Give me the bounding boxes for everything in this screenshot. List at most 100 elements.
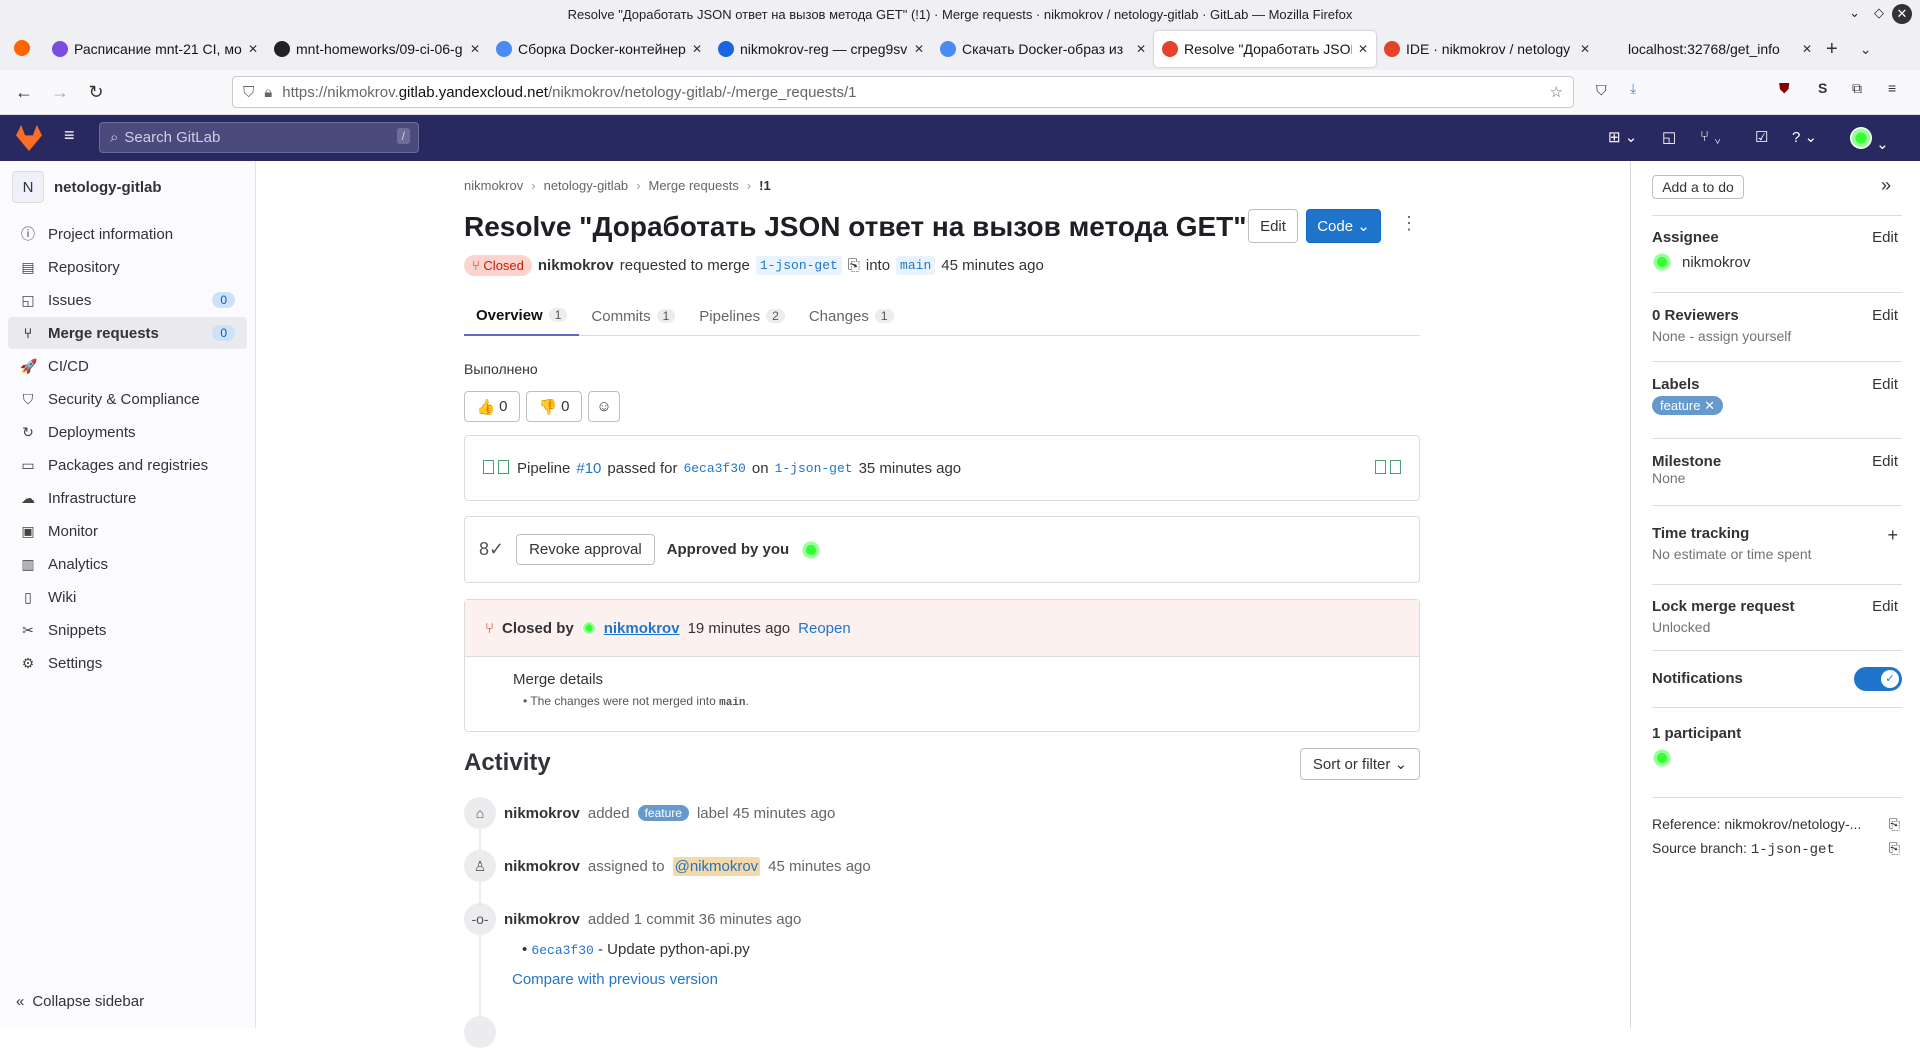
firefox-view-icon[interactable]	[0, 39, 44, 59]
mention-link[interactable]: @nikmokrov	[672, 856, 761, 876]
assignee-name[interactable]: nikmokrov	[1682, 254, 1750, 271]
pocket-icon[interactable]: ⛉	[1596, 82, 1607, 99]
close-tab-icon[interactable]: ✕	[692, 42, 702, 56]
browser-tab[interactable]: IDE · nikmokrov / netology ✕	[1376, 31, 1598, 67]
project-header[interactable]: Nnetology-gitlab	[12, 171, 162, 203]
target-branch[interactable]: main	[896, 256, 936, 275]
close-tab-icon[interactable]: ✕	[1802, 42, 1812, 56]
pipeline-passed-icon[interactable]: ✓⃝	[481, 457, 511, 480]
downloads-icon[interactable]: ⤓	[1630, 80, 1636, 97]
sidebar-item-project-information[interactable]: ⓘ Project information	[8, 218, 247, 250]
collapse-right-sidebar-icon[interactable]: »	[1881, 175, 1891, 196]
close-tab-icon[interactable]: ✕	[1358, 42, 1368, 56]
sidebar-item-wiki[interactable]: ▯ Wiki	[8, 581, 247, 613]
ublock-icon[interactable]: ⛊	[1779, 80, 1790, 97]
add-todo-button[interactable]: Add a to do	[1652, 175, 1744, 199]
pipeline-branch-link[interactable]: 1-json-get	[775, 461, 853, 476]
add-time-icon[interactable]: +	[1887, 525, 1898, 546]
milestone-edit[interactable]: Edit	[1872, 453, 1898, 470]
close-tab-icon[interactable]: ✕	[1580, 42, 1590, 56]
issues-icon[interactable]: ◱	[1662, 128, 1676, 146]
extensions-icon[interactable]: ⧉	[1852, 80, 1862, 97]
menu-icon[interactable]: ≡	[1888, 80, 1896, 96]
pipeline-link[interactable]: #10	[576, 460, 601, 477]
breadcrumb-mr[interactable]: !1	[759, 178, 771, 193]
remove-label-icon[interactable]: ✕	[1704, 398, 1715, 413]
label-pill[interactable]: feature ✕	[1652, 396, 1724, 415]
bookmark-star-icon[interactable]: ☆	[1550, 83, 1563, 101]
sidebar-item-merge-requests[interactable]: ⑂ Merge requests 0	[8, 317, 247, 349]
browser-tab[interactable]: Resolve "Доработать JSON ✕	[1154, 31, 1376, 67]
notifications-toggle[interactable]: ✓	[1854, 667, 1902, 691]
reviewers-edit[interactable]: Edit	[1872, 307, 1898, 324]
close-window-button[interactable]: ✕	[1892, 4, 1912, 24]
minimize-button[interactable]: ⌄	[1849, 5, 1860, 21]
sidebar-item-packages-and-registries[interactable]: ▭ Packages and registries	[8, 449, 247, 481]
sidebar-item-ci-cd[interactable]: 🚀 CI/CD	[8, 350, 247, 382]
reload-icon[interactable]: ↻	[78, 82, 114, 103]
assignee-edit[interactable]: Edit	[1872, 229, 1898, 246]
browser-tab[interactable]: mnt-homeworks/09-ci-06-g ✕	[266, 31, 488, 67]
close-tab-icon[interactable]: ✕	[914, 42, 924, 56]
sidebar-item-analytics[interactable]: ▥ Analytics	[8, 548, 247, 580]
edit-button[interactable]: Edit	[1248, 209, 1298, 243]
author-link[interactable]: nikmokrov	[538, 257, 614, 274]
sidebar-item-deployments[interactable]: ↻ Deployments	[8, 416, 247, 448]
pipeline-status-icon[interactable]: ✓⃝	[1373, 457, 1403, 480]
maximize-button[interactable]: ◇	[1874, 5, 1884, 21]
thumbs-up-button[interactable]: 👍 0	[464, 391, 520, 422]
url-bar[interactable]: ⛉ 🔒︎ https://nikmokrov.gitlab.yandexcloud…	[232, 76, 1574, 108]
sidebar-item-monitor[interactable]: ▣ Monitor	[8, 515, 247, 547]
new-tab-button[interactable]: +	[1826, 38, 1838, 61]
browser-tab[interactable]: localhost:32768/get_info ✕	[1598, 31, 1820, 67]
add-reaction-button[interactable]: ☺	[588, 391, 620, 422]
tab-pipelines[interactable]: Pipelines 2	[687, 296, 797, 336]
closer-link[interactable]: nikmokrov	[604, 620, 680, 637]
close-tab-icon[interactable]: ✕	[470, 42, 480, 56]
list-tabs-icon[interactable]: ⌄	[1860, 41, 1872, 58]
source-branch[interactable]: 1-json-get	[755, 256, 842, 275]
help-icon[interactable]: ? ⌄	[1792, 128, 1817, 146]
assign-yourself-link[interactable]: None - assign yourself	[1652, 328, 1902, 344]
browser-tab[interactable]: Сборка Docker-контейнер ✕	[488, 31, 710, 67]
gitlab-logo-icon[interactable]	[16, 125, 42, 151]
commit-sha-link[interactable]: 6eca3f30	[683, 461, 745, 476]
breadcrumb-user[interactable]: nikmokrov	[464, 178, 523, 193]
code-dropdown-button[interactable]: Code ⌄	[1306, 209, 1381, 243]
labels-edit[interactable]: Edit	[1872, 376, 1898, 393]
activity-user[interactable]: nikmokrov	[504, 911, 580, 928]
sidebar-item-settings[interactable]: ⚙ Settings	[8, 647, 247, 679]
sidebar-item-security-compliance[interactable]: ⛉ Security & Compliance	[8, 383, 247, 415]
more-actions-icon[interactable]: ⋮	[1400, 213, 1418, 234]
thumbs-down-button[interactable]: 👎 0	[526, 391, 582, 422]
extension-s-icon[interactable]: S	[1818, 80, 1827, 96]
hamburger-menu-icon[interactable]: ≡	[64, 125, 75, 146]
revoke-approval-button[interactable]: Revoke approval	[516, 534, 655, 565]
compare-link[interactable]: Compare with previous version	[512, 971, 718, 988]
todos-icon[interactable]: ☑	[1755, 128, 1768, 146]
close-tab-icon[interactable]: ✕	[1136, 42, 1146, 56]
lock-edit[interactable]: Edit	[1872, 598, 1898, 615]
new-dropdown-icon[interactable]: ⊞ ⌄	[1608, 128, 1637, 146]
copy-source-branch-icon[interactable]: ⎘	[1889, 840, 1900, 857]
sidebar-item-infrastructure[interactable]: ☁ Infrastructure	[8, 482, 247, 514]
reopen-button[interactable]: Reopen	[798, 620, 851, 637]
collapse-sidebar-button[interactable]: « Collapse sidebar	[16, 993, 144, 1010]
sidebar-item-issues[interactable]: ◱ Issues 0	[8, 284, 247, 316]
close-tab-icon[interactable]: ✕	[248, 42, 258, 56]
merge-requests-icon[interactable]: ⑂ ⌄	[1700, 128, 1722, 145]
back-icon[interactable]: ←	[6, 82, 42, 103]
commit-link[interactable]: 6eca3f30	[531, 943, 593, 958]
activity-user[interactable]: nikmokrov	[504, 805, 580, 822]
activity-user[interactable]: nikmokrov	[504, 858, 580, 875]
search-input[interactable]: ⌕ Search GitLab /	[99, 122, 419, 153]
browser-tab[interactable]: nikmokrov-reg — crpeg9sv ✕	[710, 31, 932, 67]
forward-icon[interactable]: →	[42, 82, 78, 103]
browser-tab[interactable]: Скачать Docker-образ из ✕	[932, 31, 1154, 67]
copy-reference-icon[interactable]: ⎘	[1889, 816, 1900, 833]
tab-overview[interactable]: Overview 1	[464, 296, 580, 336]
breadcrumb-project[interactable]: netology-gitlab	[544, 178, 629, 193]
participant-avatar[interactable]	[1652, 748, 1672, 768]
copy-branch-icon[interactable]: ⎘	[848, 257, 860, 274]
label-pill[interactable]: feature	[637, 805, 689, 821]
